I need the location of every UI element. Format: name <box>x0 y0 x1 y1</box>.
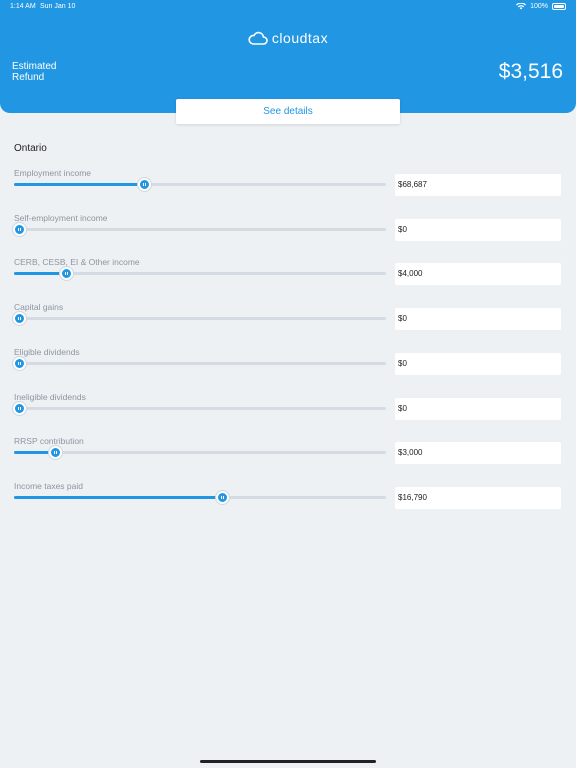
amount-input[interactable]: $0 <box>395 218 561 241</box>
slider-track[interactable] <box>13 312 386 326</box>
estimated-label: Estimated <box>12 61 57 72</box>
field-label: Self-employment income <box>14 212 108 223</box>
field-label: CERB, CESB, EI & Other income <box>14 257 140 268</box>
slider-handle[interactable] <box>60 267 74 281</box>
refund-amount: $3,516 <box>498 60 563 83</box>
see-details-button[interactable]: See details <box>176 99 400 124</box>
header: 1:14 AM Sun Jan 10 100% cloudtax Estimat… <box>0 0 576 113</box>
wifi-icon <box>516 3 527 10</box>
amount-input[interactable]: $0 <box>395 397 561 420</box>
cloud-icon <box>248 31 268 45</box>
amount-input[interactable]: $0 <box>395 308 561 331</box>
refund-label: Refund <box>12 72 45 83</box>
slider-handle[interactable] <box>13 312 26 326</box>
slider-track[interactable] <box>14 267 386 281</box>
slider-track[interactable] <box>13 222 386 236</box>
amount-input[interactable]: $4,000 <box>395 263 561 286</box>
field-label: Income taxes paid <box>14 480 83 491</box>
status-bar: 1:14 AM Sun Jan 10 100% <box>10 3 566 15</box>
field-label: Eligible dividends <box>14 346 80 357</box>
field-label: Employment income <box>14 168 92 178</box>
income-field-row: Eligible dividends $0 <box>13 346 562 391</box>
income-field-row: CERB, CESB, EI & Other income $4,000 <box>14 257 562 301</box>
home-indicator[interactable] <box>200 760 376 763</box>
slider-track[interactable] <box>14 178 386 191</box>
amount-input[interactable]: $3,000 <box>395 442 561 465</box>
province-label: Ontario <box>14 143 47 154</box>
slider-handle[interactable] <box>216 490 230 504</box>
income-field-row: Income taxes paid $16,790 <box>14 481 562 525</box>
status-time: 1:14 AM <box>10 3 36 10</box>
amount-input[interactable]: $0 <box>395 352 561 375</box>
slider-fill <box>14 272 67 276</box>
income-field-row: Capital gains $0 <box>13 302 562 346</box>
field-label: RRSP contribution <box>14 436 84 447</box>
amount-input[interactable]: $16,790 <box>395 486 561 509</box>
slider-track[interactable] <box>13 401 386 415</box>
income-field-row: Employment income $68,687 <box>14 168 562 212</box>
slider-handle[interactable] <box>13 401 26 415</box>
battery-icon <box>552 3 566 10</box>
slider-handle[interactable] <box>13 356 26 370</box>
estimated-refund-label: Estimated Refund <box>12 61 56 83</box>
income-field-row: Self-employment income $0 <box>13 212 562 257</box>
slider-track[interactable] <box>14 490 386 504</box>
field-label: Ineligible dividends <box>14 391 86 402</box>
field-label: Capital gains <box>14 302 64 313</box>
slider-fill <box>14 183 145 186</box>
brand-logo: cloudtax <box>0 30 576 46</box>
slider-handle[interactable] <box>13 222 26 236</box>
slider-track[interactable] <box>14 446 386 460</box>
brand-name: cloudtax <box>271 30 329 46</box>
slider-fill <box>14 495 223 499</box>
slider-handle[interactable] <box>138 178 152 191</box>
amount-input[interactable]: $68,687 <box>395 174 561 196</box>
battery-percent: 100% <box>530 3 548 10</box>
slider-handle[interactable] <box>48 446 62 460</box>
income-field-row: Ineligible dividends $0 <box>13 391 562 436</box>
slider-track[interactable] <box>13 356 386 370</box>
income-field-row: RRSP contribution $3,000 <box>14 436 562 480</box>
status-date: Sun Jan 10 <box>40 3 76 10</box>
